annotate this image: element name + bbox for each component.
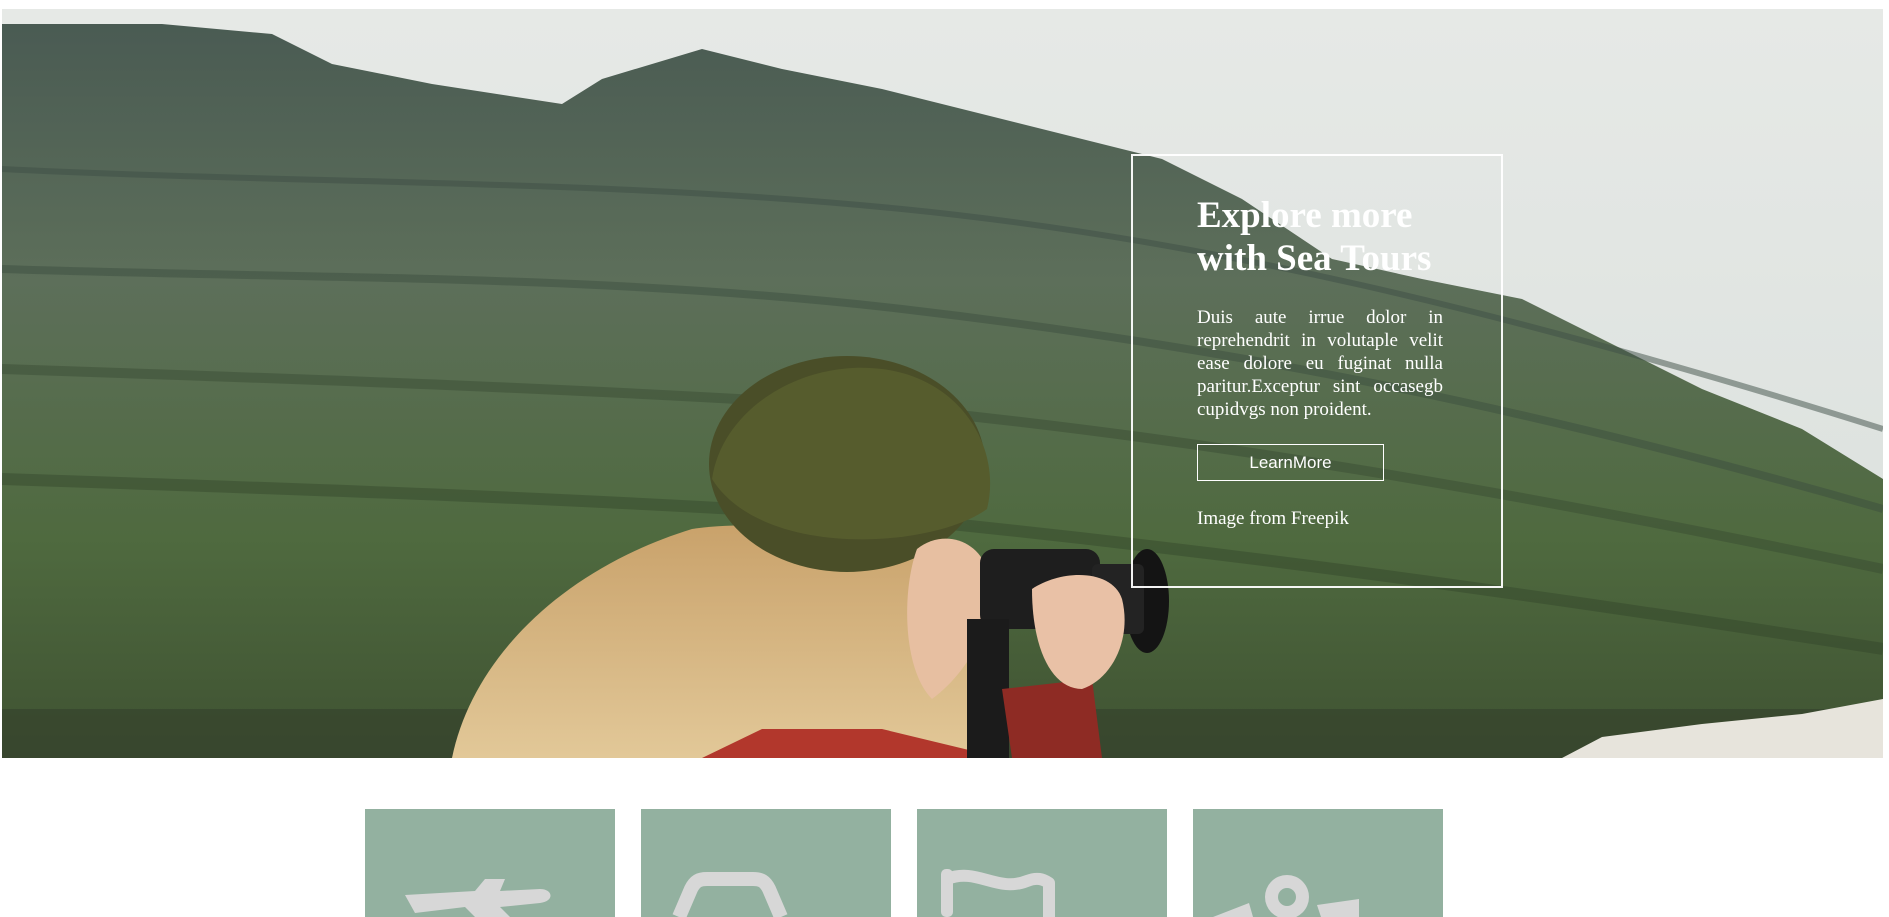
promo-card: Explore more with Sea Tours Duis aute ir… [1131, 154, 1503, 588]
tile-destinations[interactable] [917, 809, 1167, 917]
location-pin-icon [1213, 875, 1359, 917]
learn-more-button[interactable]: LearnMore [1197, 444, 1384, 481]
airplane-icon [405, 879, 551, 917]
promo-description: Duis aute irrue dolor in reprehendrit in… [1197, 307, 1443, 420]
hero-banner: Explore more with Sea Tours Duis aute ir… [2, 9, 1883, 758]
ship-icon [672, 872, 788, 917]
tile-cruises[interactable] [641, 809, 891, 917]
image-credit: Image from Freepik [1197, 508, 1349, 529]
tile-locations[interactable] [1193, 809, 1443, 917]
hero-background-photo [2, 9, 1883, 758]
tile-flights[interactable] [365, 809, 615, 917]
flag-icon [941, 869, 1055, 917]
promo-title: Explore more with Sea Tours [1197, 195, 1432, 279]
